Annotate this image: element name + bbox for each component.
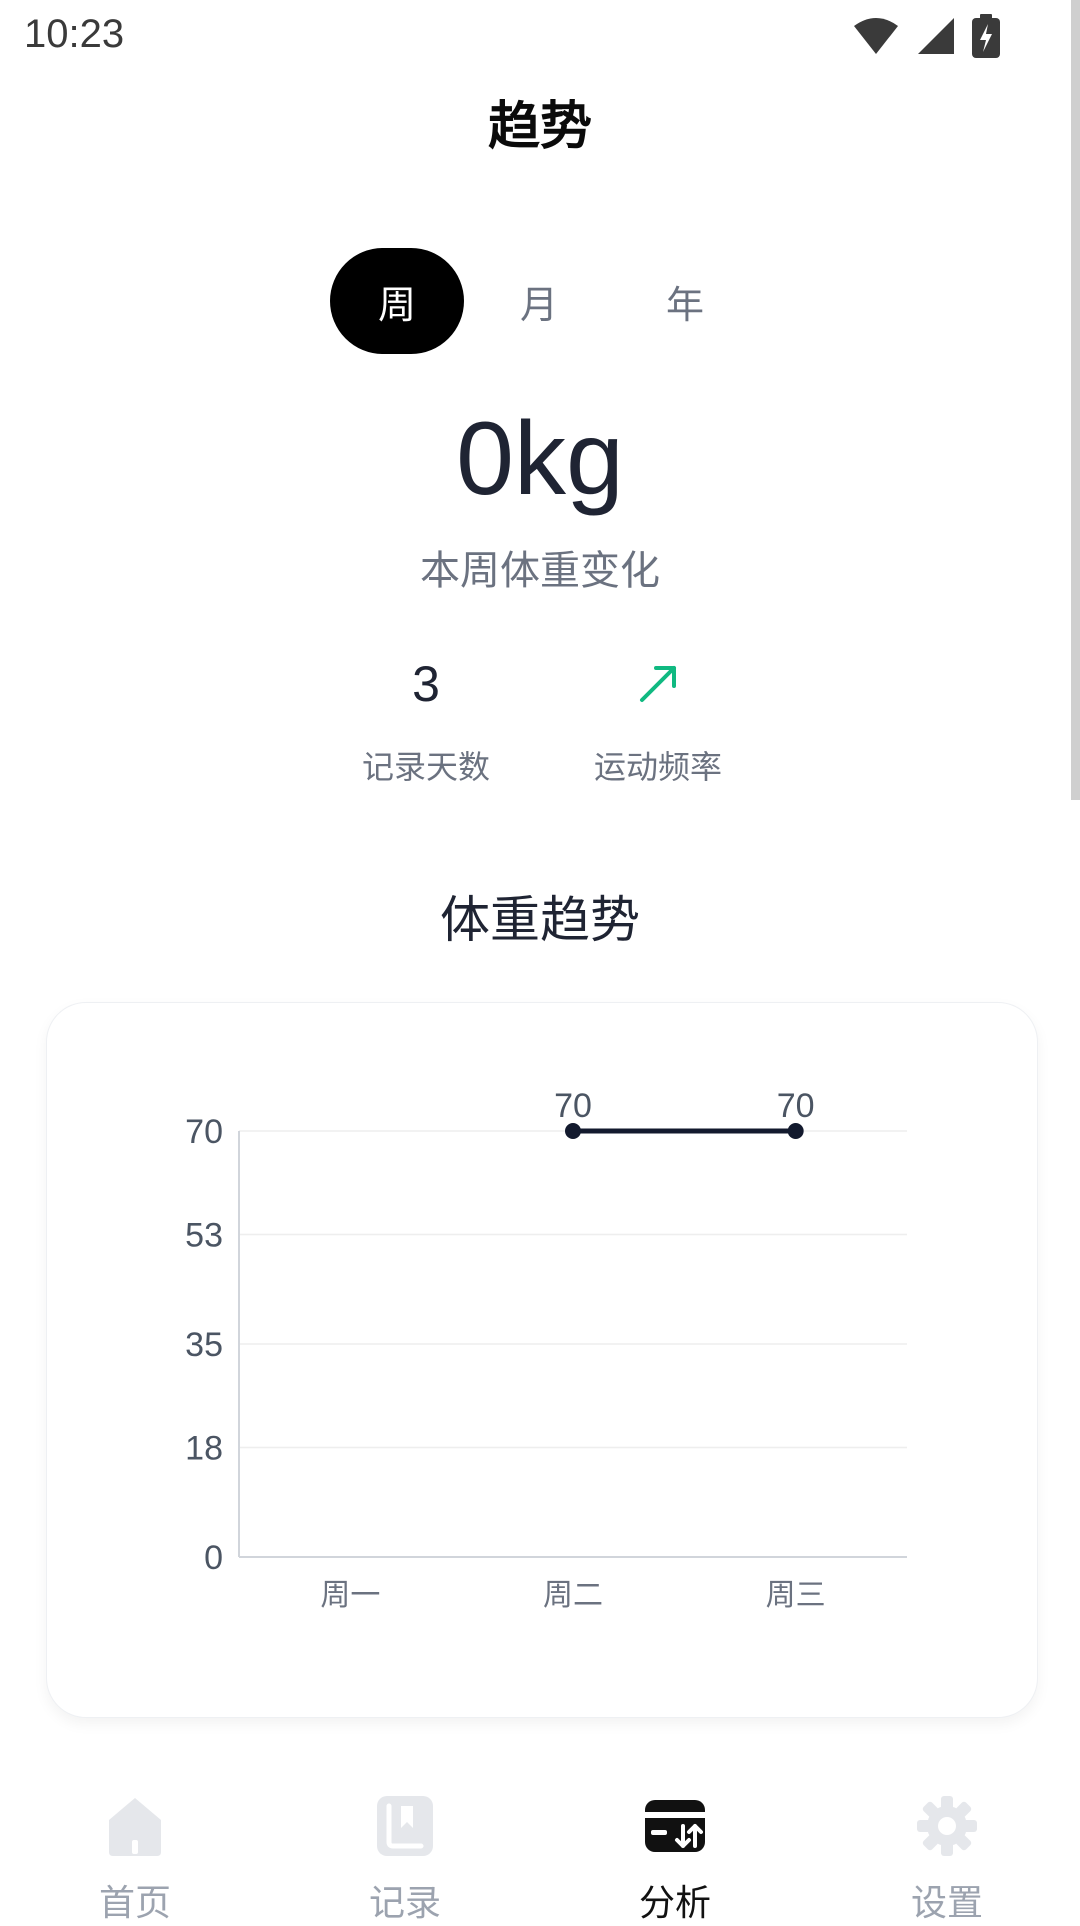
page-title: 趋势	[487, 97, 592, 157]
tab-records[interactable]: 记录	[305, 1762, 505, 1926]
record-days-stat: 3 记录天数	[316, 652, 536, 788]
weight-trend-chart-card: 0 18 35 53 70 周一 周二 周三 70 70	[46, 1002, 1038, 1718]
status-time: 10:23	[24, 12, 125, 56]
battery-charging-icon	[972, 14, 1000, 58]
y-tick-label: 18	[185, 1429, 223, 1467]
wifi-icon	[854, 18, 898, 54]
x-tick-label: 周一	[320, 1578, 380, 1613]
tab-analytics[interactable]: 分析	[575, 1762, 775, 1926]
status-icons	[852, 14, 1000, 58]
data-label: 70	[554, 1087, 592, 1125]
signal-icon	[918, 18, 954, 54]
tab-year[interactable]: 年	[618, 248, 752, 354]
home-icon	[109, 1798, 161, 1856]
y-tick-label: 0	[204, 1539, 223, 1577]
data-point	[565, 1123, 581, 1139]
weight-trend-title: 体重趋势	[440, 891, 640, 949]
tab-analytics-label: 分析	[638, 1883, 711, 1924]
weight-change-label: 本周体重变化	[420, 548, 660, 594]
gear-icon	[917, 1796, 977, 1856]
data-point	[787, 1123, 804, 1139]
book-icon	[377, 1796, 433, 1856]
exercise-frequency-stat: 运动频率	[548, 652, 768, 788]
trend-up-arrow-icon	[640, 666, 676, 702]
status-bar: 10:23	[0, 0, 1080, 72]
tab-week[interactable]: 周	[330, 248, 464, 354]
weight-change-value: 0kg	[456, 401, 624, 517]
record-days-label: 记录天数	[361, 748, 490, 786]
weight-trend-chart: 0 18 35 53 70 周一 周二 周三 70 70	[185, 1087, 907, 1613]
tab-settings[interactable]: 设置	[847, 1762, 1047, 1926]
y-tick-label: 53	[185, 1216, 223, 1254]
analytics-card-icon	[645, 1800, 705, 1852]
tab-home-label: 首页	[98, 1883, 171, 1924]
period-segmented-control: 周 月 年	[330, 248, 730, 354]
record-days-value: 3	[412, 656, 440, 712]
tab-settings-label: 设置	[910, 1883, 983, 1924]
exercise-frequency-label: 运动频率	[593, 748, 722, 786]
y-tick-label: 70	[185, 1113, 223, 1151]
tab-records-label: 记录	[368, 1883, 441, 1924]
x-tick-label: 周三	[766, 1578, 826, 1613]
bottom-tab-bar: 首页 记录 分析 设置	[0, 1762, 1080, 1924]
data-label: 70	[777, 1087, 815, 1125]
tab-month[interactable]: 月	[472, 248, 606, 354]
y-tick-label: 35	[185, 1326, 223, 1364]
tab-home[interactable]: 首页	[35, 1762, 235, 1926]
x-tick-label: 周二	[543, 1578, 603, 1613]
